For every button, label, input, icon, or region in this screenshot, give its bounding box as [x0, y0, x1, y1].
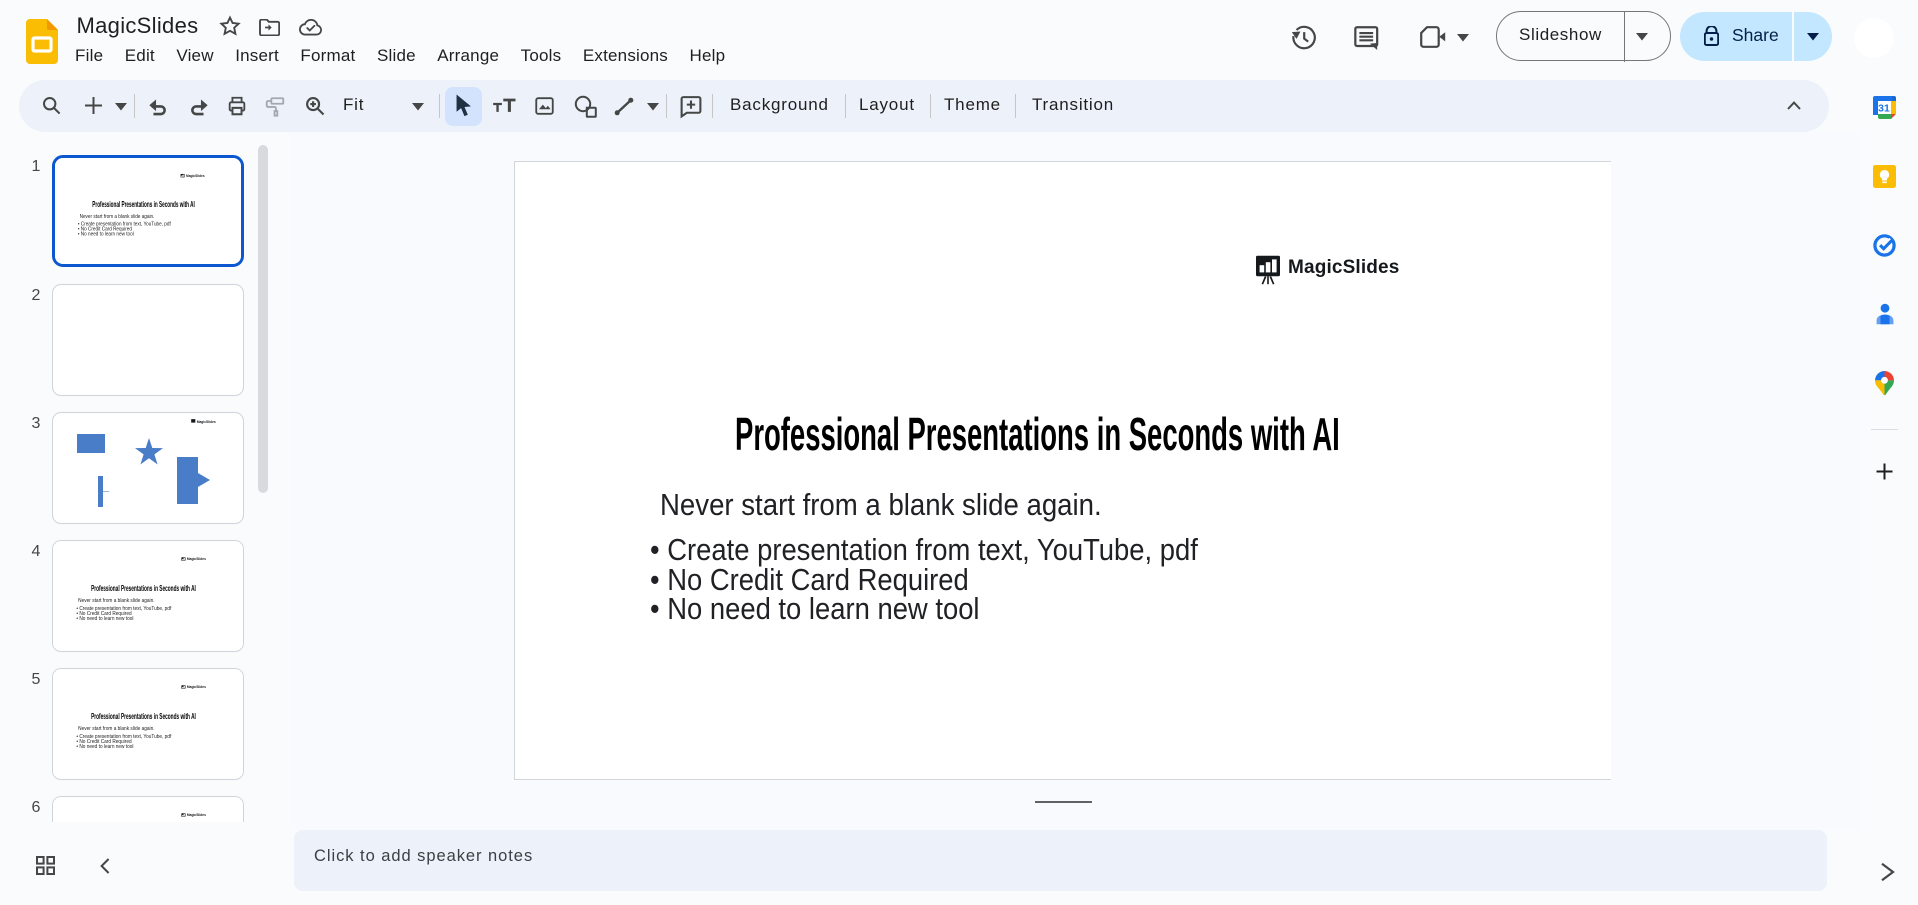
- svg-text:31: 31: [1878, 103, 1890, 115]
